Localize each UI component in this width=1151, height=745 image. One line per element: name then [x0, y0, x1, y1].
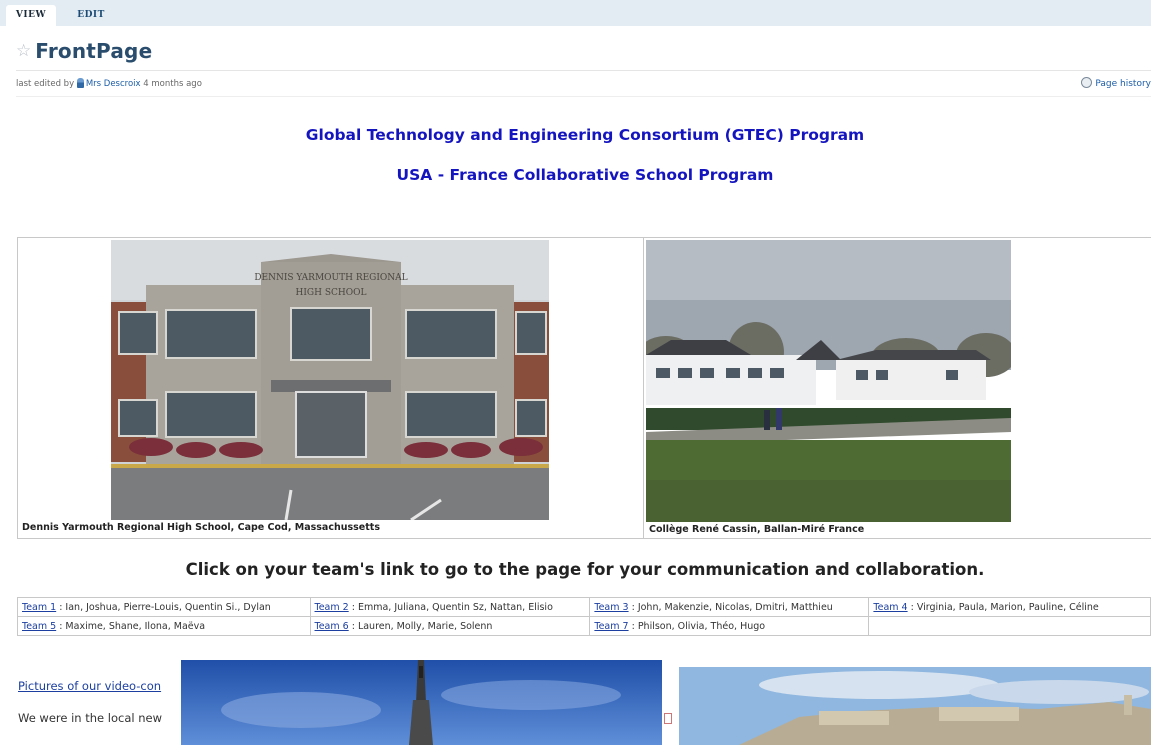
team-cell: Team 4 : Virginia, Paula, Marion, Paulin…: [868, 597, 1151, 617]
page-history-label: Page history: [1095, 79, 1151, 89]
last-edited-time: 4 months ago: [143, 79, 202, 89]
team-cell: Team 6 : Lauren, Molly, Marie, Solenn: [309, 616, 591, 636]
team-members: : Virginia, Paula, Marion, Pauline, Céli…: [907, 601, 1099, 613]
tab-view[interactable]: VIEW: [6, 5, 56, 26]
cell-divider: [643, 238, 644, 538]
star-icon[interactable]: ☆: [16, 42, 31, 60]
page-title-row: ☆ FrontPage: [16, 36, 152, 66]
college-photo: [646, 240, 1011, 522]
team-members: : Ian, Joshua, Pierre-Louis, Quentin Si.…: [56, 601, 271, 613]
team-members: : Philson, Olivia, Théo, Hugo: [628, 620, 766, 632]
clock-icon: [1081, 77, 1093, 88]
empty-cell: [868, 616, 1151, 636]
table-row: Team 1 : Ian, Joshua, Pierre-Louis, Quen…: [17, 597, 1151, 617]
college-caption: Collège René Cassin, Ballan-Miré France: [649, 524, 865, 535]
team-instructions: Click on your team's link to go to the p…: [185, 560, 985, 579]
page-title: FrontPage: [35, 39, 153, 63]
team-cell: Team 3 : John, Makenzie, Nicolas, Dmitri…: [589, 597, 870, 617]
tab-bar: VIEW EDIT: [0, 0, 1151, 26]
tab-edit[interactable]: EDIT: [66, 5, 116, 26]
team-6-link[interactable]: Team 6: [315, 621, 349, 632]
pdf-file-icon[interactable]: [664, 713, 672, 724]
school-photos-table: DENNIS YARMOUTH REGIONAL HIGH SCHOOL Den…: [17, 237, 1151, 539]
last-edited-prefix: last edited by: [16, 79, 75, 89]
building-sign-line2: HIGH SCHOOL: [296, 288, 367, 298]
divider: [16, 96, 1151, 97]
eiffel-tower-photo: [181, 660, 662, 745]
team-3-link[interactable]: Team 3: [594, 602, 628, 613]
teams-table: Team 1 : Ian, Joshua, Pierre-Louis, Quen…: [17, 597, 1151, 636]
team-members: : Maxime, Shane, Ilona, Maëva: [56, 620, 206, 632]
page-history-link[interactable]: Page history: [1081, 77, 1151, 89]
building-sign-line1: DENNIS YARMOUTH REGIONAL: [254, 273, 407, 283]
team-7-link[interactable]: Team 7: [594, 621, 628, 632]
program-subheading: USA - France Collaborative School Progra…: [396, 166, 774, 184]
team-cell: Team 7 : Philson, Olivia, Théo, Hugo: [589, 616, 870, 636]
table-row: Team 5 : Maxime, Shane, Ilona, Maëva Tea…: [17, 616, 1151, 636]
team-5-link[interactable]: Team 5: [22, 621, 56, 632]
last-edited-info: last edited by Mrs Descroix 4 months ago: [16, 78, 202, 89]
team-cell: Team 5 : Maxime, Shane, Ilona, Maëva: [17, 616, 311, 636]
team-1-link[interactable]: Team 1: [22, 602, 56, 613]
divider: [16, 70, 1151, 71]
team-cell: Team 1 : Ian, Joshua, Pierre-Louis, Quen…: [17, 597, 311, 617]
team-members: : Emma, Juliana, Quentin Sz, Nattan, Eli…: [348, 601, 553, 613]
team-members: : John, Makenzie, Nicolas, Dmitri, Matth…: [628, 601, 833, 613]
team-4-link[interactable]: Team 4: [873, 602, 907, 613]
high-school-photo: DENNIS YARMOUTH REGIONAL HIGH SCHOOL: [111, 240, 549, 520]
team-cell: Team 2 : Emma, Juliana, Quentin Sz, Natt…: [309, 597, 591, 617]
editor-user-link[interactable]: Mrs Descroix: [86, 79, 141, 89]
team-members: : Lauren, Molly, Marie, Solenn: [348, 620, 493, 632]
local-news-text: We were in the local new: [18, 711, 163, 725]
team-2-link[interactable]: Team 2: [315, 602, 349, 613]
chateau-photo: [679, 667, 1151, 745]
program-heading: Global Technology and Engineering Consor…: [305, 126, 865, 144]
video-conference-pictures-link[interactable]: Pictures of our video-con: [18, 679, 161, 693]
user-icon: [76, 78, 84, 88]
high-school-caption: Dennis Yarmouth Regional High School, Ca…: [22, 522, 380, 533]
